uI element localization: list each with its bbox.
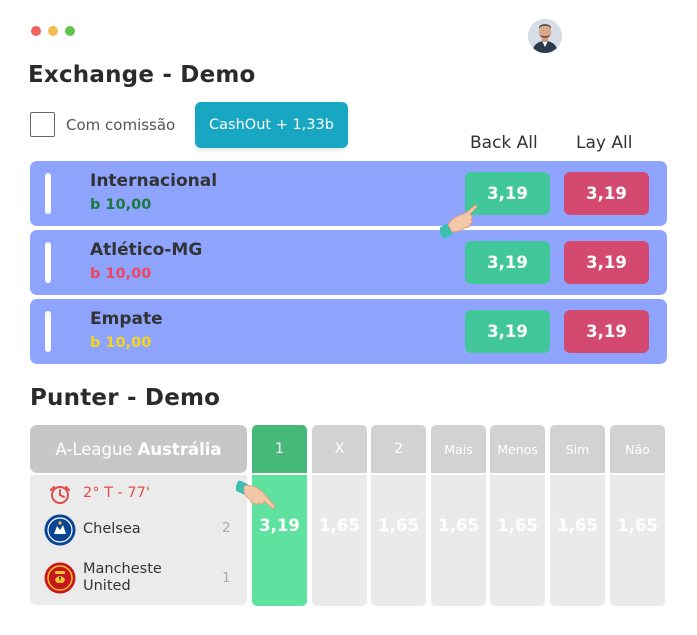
commission-label: Com comissão	[66, 115, 176, 134]
chelsea-crest-icon	[44, 514, 76, 546]
avatar[interactable]	[528, 19, 562, 53]
back-odds-button[interactable]: 3,19	[465, 241, 550, 284]
runner-stake: b 10,00	[90, 266, 152, 282]
market-header[interactable]: Não	[610, 425, 665, 473]
commission-toggle[interactable]: Com comissão	[30, 112, 175, 137]
market-column-x: X 1,65	[312, 425, 367, 606]
lay-odds-button[interactable]: 3,19	[564, 241, 649, 284]
team-score: 2	[222, 520, 231, 536]
exchange-row: Atlético-MG b 10,00 3,19 3,19	[30, 230, 667, 295]
minimize-dot[interactable]	[48, 26, 58, 36]
pointing-hand-icon	[440, 204, 478, 239]
back-odds-button[interactable]: 3,19	[465, 310, 550, 353]
market-odd[interactable]: 1,65	[550, 516, 605, 535]
market-header[interactable]: Mais	[431, 425, 486, 473]
exchange-row: Internacional b 10,00 3,19 3,19	[30, 161, 667, 226]
back-all-button[interactable]: Back All	[470, 133, 538, 153]
team-name-line1: Mancheste	[83, 561, 162, 577]
league-name: Austrália	[137, 439, 222, 459]
close-dot[interactable]	[31, 26, 41, 36]
market-column-1: 1 3,19	[252, 425, 307, 606]
team-home: Chelsea	[44, 514, 141, 546]
market-header[interactable]: 2	[371, 425, 426, 473]
market-body[interactable]: 1,65	[550, 475, 605, 606]
market-header[interactable]: X	[312, 425, 367, 473]
lay-odds-button[interactable]: 3,19	[564, 172, 649, 215]
match-time: 2° T - 77'	[83, 485, 150, 501]
market-odd[interactable]: 1,65	[371, 516, 426, 535]
match-card[interactable]: 2° T - 77' Chelsea 2 Mancheste United 1	[30, 475, 247, 605]
market-column-mais: Mais 1,65	[431, 425, 486, 606]
maximize-dot[interactable]	[65, 26, 75, 36]
runner-name: Internacional	[90, 171, 218, 191]
market-odd[interactable]: 1,65	[312, 516, 367, 535]
market-column-nao: Não 1,65	[610, 425, 665, 606]
team-name: Chelsea	[83, 521, 141, 538]
exchange-title: Exchange - Demo	[28, 62, 256, 88]
lay-all-button[interactable]: Lay All	[576, 133, 632, 153]
market-body[interactable]: 1,65	[610, 475, 665, 606]
market-header[interactable]: Sim	[550, 425, 605, 473]
runner-stake: b 10,00	[90, 197, 152, 213]
row-marker	[45, 242, 51, 283]
market-header[interactable]: 1	[252, 425, 307, 473]
punter-title: Punter - Demo	[30, 385, 221, 411]
runner-stake: b 10,00	[90, 335, 152, 351]
window-controls	[31, 26, 75, 36]
row-marker	[45, 173, 51, 214]
team-score: 1	[222, 570, 231, 586]
market-odd[interactable]: 1,65	[431, 516, 486, 535]
exchange-row: Empate b 10,00 3,19 3,19	[30, 299, 667, 364]
runner-name: Atlético-MG	[90, 240, 203, 260]
market-column-sim: Sim 1,65	[550, 425, 605, 606]
market-header[interactable]: Menos	[490, 425, 545, 473]
market-body[interactable]: 1,65	[490, 475, 545, 606]
team-name: Mancheste United	[83, 561, 162, 596]
league-prefix: A-League	[55, 439, 133, 459]
user-avatar-icon	[528, 19, 562, 53]
lay-odds-button[interactable]: 3,19	[564, 310, 649, 353]
cashout-button[interactable]: CashOut + 1,33b	[195, 102, 348, 148]
market-body[interactable]: 1,65	[431, 475, 486, 606]
market-odd[interactable]: 3,19	[252, 516, 307, 535]
market-odd[interactable]: 1,65	[610, 516, 665, 535]
market-column-2: 2 1,65	[371, 425, 426, 606]
team-name-line2: United	[83, 578, 131, 595]
manchester-united-crest-icon	[44, 562, 76, 594]
market-body[interactable]: 1,65	[371, 475, 426, 606]
market-column-menos: Menos 1,65	[490, 425, 545, 606]
team-away: Mancheste United	[44, 561, 162, 596]
market-body[interactable]: 1,65	[312, 475, 367, 606]
league-header: A-League Austrália	[30, 425, 247, 473]
row-marker	[45, 311, 51, 352]
clock-icon	[50, 486, 70, 504]
commission-checkbox[interactable]	[30, 112, 55, 137]
pointing-hand-icon	[236, 480, 276, 509]
market-odd[interactable]: 1,65	[490, 516, 545, 535]
runner-name: Empate	[90, 309, 163, 329]
